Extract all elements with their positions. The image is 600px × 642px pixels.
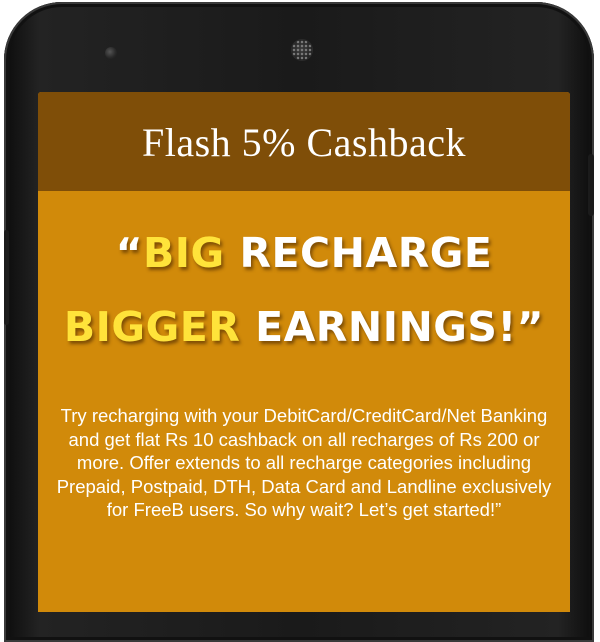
headline-line-1: “BIG RECHARGE bbox=[38, 216, 570, 290]
phone-screen: Flash 5% Cashback “BIG RECHARGE BIGGER E… bbox=[38, 92, 570, 612]
headline-highlight-bigger: BIGGER bbox=[63, 303, 241, 351]
front-sensor-icon bbox=[105, 47, 117, 59]
offer-description: Try recharging with your DebitCard/Credi… bbox=[56, 405, 552, 520]
power-button bbox=[588, 154, 594, 216]
headline-recharge: RECHARGE bbox=[224, 229, 493, 277]
earpiece-speaker-icon bbox=[292, 40, 312, 60]
promo-title: Flash 5% Cashback bbox=[141, 120, 466, 165]
phone-frame: Flash 5% Cashback “BIG RECHARGE BIGGER E… bbox=[4, 2, 594, 642]
promo-headline: “BIG RECHARGE BIGGER EARNINGS!” bbox=[38, 216, 570, 364]
headline-open-quote: “ bbox=[115, 229, 144, 277]
volume-button bbox=[4, 230, 9, 325]
headline-earnings: EARNINGS!” bbox=[240, 303, 545, 351]
promo-header: Flash 5% Cashback bbox=[38, 92, 570, 191]
headline-line-2: BIGGER EARNINGS!” bbox=[38, 290, 570, 364]
headline-highlight-big: BIG bbox=[143, 229, 225, 277]
